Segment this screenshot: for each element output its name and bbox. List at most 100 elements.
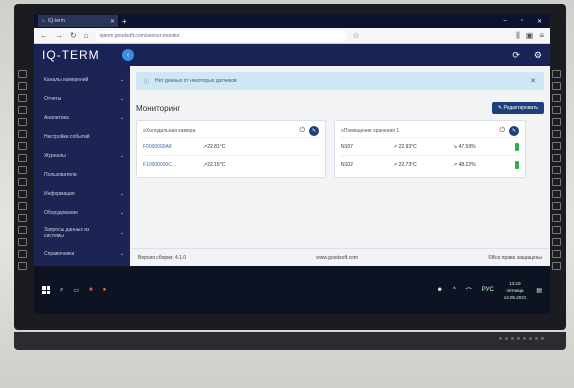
maximize-button[interactable]: ▫ <box>521 18 523 25</box>
screen: ⌂ IQ-term ✕ + – ▫ ✕ ← → ↻ ⌂ iqterm.goods… <box>34 14 550 314</box>
window-controls: – ▫ ✕ <box>503 18 550 25</box>
sensor-row[interactable]: F0000000A8 ↗ 22.81°C <box>143 137 319 155</box>
browser-taskbar-icon[interactable]: ● <box>103 287 107 293</box>
sidebar-item-label: Настройки событий <box>44 133 90 140</box>
edit-button[interactable]: ✎ Редактировать <box>491 102 544 114</box>
sidebar-item-label: Аналитика <box>44 114 69 121</box>
left-touch-buttons <box>18 70 27 270</box>
library-icon[interactable]: ⫼ <box>516 31 520 41</box>
site-link[interactable]: www.goodsoft.com <box>316 255 358 261</box>
sidebar-item-channels[interactable]: Каналы измерений ⌄ <box>34 70 130 89</box>
sensor-temperature-cell: ↗ 22.93°C <box>393 144 453 150</box>
clock[interactable]: 13:19 пятница 14.05.2021 <box>504 280 527 301</box>
app-logo: IQ-TERM <box>42 48 100 62</box>
sidebar-item-users[interactable]: Пользователи <box>34 165 130 184</box>
battery-icon <box>515 142 519 151</box>
clock-time: 13:19 <box>509 280 521 286</box>
language-indicator[interactable]: РУС <box>482 287 494 293</box>
sidebar-item-label: Каналы измерений <box>44 76 89 83</box>
clock-day: пятница <box>506 287 524 293</box>
power-icon[interactable]: ⏻ <box>499 127 505 135</box>
sensor-row[interactable]: F10000000C... ↗ 22.15°C <box>143 155 319 173</box>
chevron-down-icon: ⌄ <box>119 114 124 121</box>
tray-chevron-icon[interactable]: ^ <box>453 287 456 293</box>
sensor-humidity-cell: ↘ 47.59% <box>453 144 503 150</box>
sidebar-item-label: Справочники <box>44 250 75 257</box>
sidebar-item-label: Запросы данных из системы <box>44 227 90 239</box>
alert-text: Нет данных от некоторых датчиков <box>155 78 237 84</box>
browser-right-icons: ⫼ ▣ ≡ <box>516 31 544 41</box>
people-icon[interactable]: ☻ <box>437 287 443 293</box>
sensor-humidity-cell: ↗ 48.22% <box>453 162 503 168</box>
card-storage-room: ≡ Помещение хранения 1 ⏻ ✎ N107 ↗ 22.93°… <box>334 120 526 178</box>
right-touch-buttons <box>552 70 561 270</box>
card-actions: ⏻ ✎ <box>499 126 519 136</box>
app-body: Каналы измерений ⌄ Отчеты ⌄ Аналитика ⌄ Нас… <box>34 66 550 266</box>
sidebar-item-label: Отчеты <box>44 95 62 102</box>
sensor-id[interactable]: F0000000A8 <box>143 144 203 150</box>
browser-tab[interactable]: ⌂ IQ-term ✕ <box>38 15 118 27</box>
sensor-temperature: 22.81°C <box>207 143 226 150</box>
sidebar-toggle-icon[interactable]: ▣ <box>526 31 534 41</box>
sidebar-item-info[interactable]: Информация ⌄ <box>34 184 130 203</box>
sensor-temperature: 22.73°C <box>398 161 417 168</box>
sidebar-item-label: Пользователи <box>44 171 77 178</box>
reload-icon[interactable]: ↻ <box>70 31 77 40</box>
sensor-temperature: 22.15°C <box>207 161 226 168</box>
minimize-button[interactable]: – <box>503 18 506 25</box>
card-edit-button[interactable]: ✎ <box>509 126 519 136</box>
tab-title: IQ-term <box>48 18 65 24</box>
sidebar-item-journals[interactable]: Журналы ⌄ <box>34 146 130 165</box>
search-icon[interactable]: ⌕ <box>60 287 63 294</box>
sensor-row[interactable]: N102 ↗ 22.73°C ↗ 48.22% <box>341 155 519 173</box>
sidebar-item-event-settings[interactable]: Настройки событий <box>34 127 130 146</box>
sensor-humidity: 47.59% <box>458 143 476 150</box>
address-bar[interactable]: iqterm.goodsoft.com/sensor-monitor <box>95 30 346 41</box>
back-icon[interactable]: ← <box>40 31 48 40</box>
edit-button-label: Редактировать <box>503 105 538 111</box>
speaker-dots <box>499 337 544 340</box>
task-view-icon[interactable]: ▭ <box>73 287 79 294</box>
sidebar-item-label: Журналы <box>44 152 66 159</box>
bookmark-star-icon[interactable]: ☆ <box>353 31 360 40</box>
taskbar: ⌕ ▭ ■ ● ☻ ^ ⌒ РУС 13:19 пятница 14.05.20… <box>34 266 550 314</box>
sensor-id[interactable]: F10000000C... <box>143 162 203 168</box>
monitor-base <box>14 332 566 350</box>
chevron-down-icon: ⌄ <box>119 190 124 197</box>
sensor-temperature: 22.93°C <box>398 143 417 150</box>
chevron-down-icon: ⌄ <box>119 152 124 159</box>
sidebar-item-analytics[interactable]: Аналитика ⌄ <box>34 108 130 127</box>
alert-banner: ⓘ Нет данных от некоторых датчиков ✕ <box>136 72 544 90</box>
refresh-icon[interactable]: ⟳ <box>512 50 520 61</box>
home-icon[interactable]: ⌂ <box>84 31 89 40</box>
windows-start-icon[interactable] <box>42 286 50 294</box>
card-cold-chamber: ≡ Холодильная камера ⏻ ✎ F0000000A8 ↗ 22… <box>136 120 326 178</box>
card-title: Холодильная камера <box>145 128 196 134</box>
monitor-cards: ≡ Холодильная камера ⏻ ✎ F0000000A8 ↗ 22… <box>136 120 544 178</box>
page-header: Мониторинг ✎ Редактировать <box>136 102 544 114</box>
power-icon[interactable]: ⏻ <box>299 127 305 135</box>
menu-icon[interactable]: ≡ <box>539 31 544 41</box>
sensor-row[interactable]: N107 ↗ 22.93°C ↘ 47.59% <box>341 137 519 155</box>
sensor-temperature-cell: ↗ 22.73°C <box>393 162 453 168</box>
sidebar-item-reports[interactable]: Отчеты ⌄ <box>34 89 130 108</box>
sidebar-item-data-requests[interactable]: Запросы данных из системы ⌄ <box>34 222 130 244</box>
sidebar-item-equipment[interactable]: Оборудование ⌄ <box>34 203 130 222</box>
sidebar-item-label: Оборудование <box>44 209 79 216</box>
chevron-down-icon: ⌄ <box>119 76 124 83</box>
collapse-sidebar-button[interactable]: ‹ <box>122 49 134 61</box>
card-edit-button[interactable]: ✎ <box>309 126 319 136</box>
sidebar: Каналы измерений ⌄ Отчеты ⌄ Аналитика ⌄ Нас… <box>34 66 130 266</box>
tab-close-icon[interactable]: ✕ <box>110 18 115 25</box>
sidebar-item-directories[interactable]: Справочники ⌄ <box>34 244 130 263</box>
notifications-icon[interactable]: ▤ <box>536 287 542 294</box>
close-window-button[interactable]: ✕ <box>537 18 542 25</box>
forward-icon[interactable]: → <box>55 31 63 40</box>
main-content: ⓘ Нет данных от некоторых датчиков ✕ Мон… <box>130 66 550 266</box>
settings-gear-icon[interactable]: ⚙ <box>534 50 542 61</box>
new-tab-icon[interactable]: + <box>122 17 127 26</box>
app-taskbar-icon[interactable]: ■ <box>89 287 93 293</box>
network-icon[interactable]: ⌒ <box>466 286 472 295</box>
close-alert-icon[interactable]: ✕ <box>530 77 536 85</box>
clock-date: 14.05.2021 <box>503 294 527 300</box>
